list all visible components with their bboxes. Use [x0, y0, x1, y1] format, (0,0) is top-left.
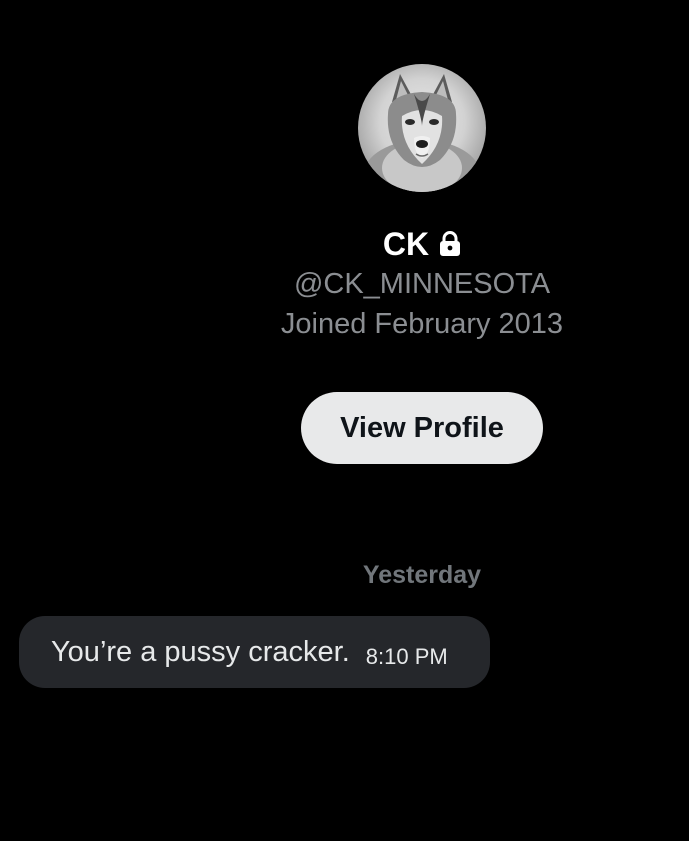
display-name-row: CK: [0, 224, 689, 264]
message-bubble[interactable]: You’re a pussy cracker. 8:10 PM: [19, 616, 490, 688]
user-handle: @CK_MINNESOTA: [293, 268, 551, 300]
message-timestamp: 8:10 PM: [365, 644, 448, 669]
display-name: CK: [382, 226, 430, 262]
avatar[interactable]: [358, 64, 486, 192]
joined-date: Joined February 2013: [280, 308, 564, 340]
message-text: You’re a pussy cracker.: [51, 635, 350, 668]
view-profile-button[interactable]: View Profile: [301, 392, 543, 464]
lock-icon: [439, 226, 461, 256]
wolf-avatar-icon: [364, 74, 480, 192]
date-divider: Yesterday: [362, 561, 482, 589]
